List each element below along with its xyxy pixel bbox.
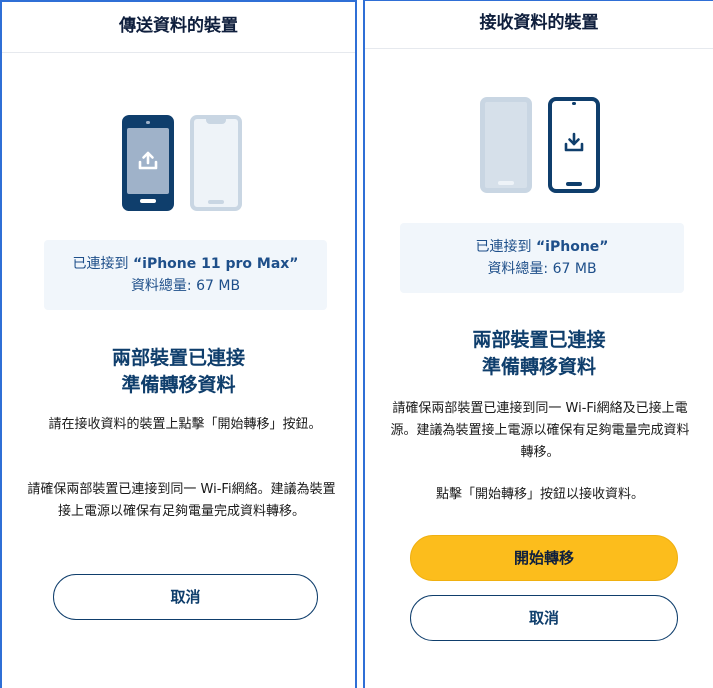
instruction-text: 請在接收資料的裝置上點擊「開始轉移」按鈕。 (48, 417, 322, 432)
page-title: 傳送資料的裝置 (2, 2, 355, 53)
instruction-text: 點擊「開始轉移」按鈕以接收資料。 (435, 487, 644, 502)
sending-phone-icon (480, 97, 532, 193)
receiving-phone-icon (548, 97, 600, 193)
page-title: 接收資料的裝置 (365, 1, 713, 49)
connection-info-box: 已連接到 “iPhone” 資料總量: 67 MB (400, 223, 684, 293)
cancel-button[interactable]: 取消 (53, 574, 318, 620)
connected-to-text: 已連接到 “iPhone” (475, 239, 609, 255)
sending-phone-icon (122, 115, 174, 211)
connected-heading: 兩部裝置已連接 準備轉移資料 (111, 347, 245, 396)
connection-info-box: 已連接到 “iPhone 11 pro Max” 資料總量: 67 MB (44, 240, 327, 310)
connected-to-text: 已連接到 “iPhone 11 pro Max” (72, 256, 299, 272)
download-icon (562, 131, 586, 159)
cancel-button[interactable]: 取消 (410, 595, 678, 641)
upload-icon (136, 149, 160, 177)
data-total-text: 資料總量: 67 MB (487, 261, 597, 277)
phones-illustration (480, 97, 600, 193)
device-name: “iPhone” (535, 239, 609, 255)
phones-illustration (122, 115, 242, 211)
power-wifi-note: 請確保兩部裝置已連接到同一 Wi-Fi網絡及已接上電源。建議為裝置接上電源以確保… (390, 401, 690, 460)
power-wifi-note: 請確保兩部裝置已連接到同一 Wi-Fi網絡。建議為裝置接上電源以確保有足夠電量完… (27, 482, 336, 519)
connected-heading: 兩部裝置已連接 準備轉移資料 (472, 329, 606, 378)
start-transfer-button[interactable]: 開始轉移 (410, 535, 678, 581)
sending-device-panel: 傳送資料的裝置 已連接到 “iPhone 11 pro Max” 資料總量: 6… (0, 0, 357, 688)
data-total-text: 資料總量: 67 MB (130, 278, 241, 294)
receiving-phone-icon (190, 115, 242, 211)
device-name: “iPhone 11 pro Max” (132, 256, 299, 272)
receiving-device-panel: 接收資料的裝置 已連接到 “iPhone” 資料總量: 67 MB 兩部裝置已連… (363, 0, 713, 688)
